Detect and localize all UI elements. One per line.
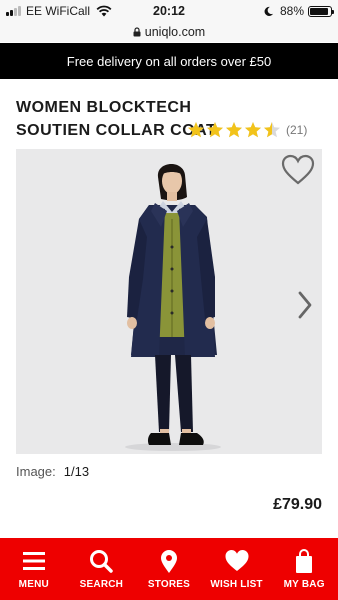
status-bar: EE WiFiCall 20:12 88% — [0, 0, 338, 22]
battery-group: 88% — [263, 4, 334, 18]
promo-banner[interactable]: Free delivery on all orders over £50 — [0, 43, 338, 79]
next-image-chevron-icon[interactable] — [297, 291, 313, 319]
nav-my-bag-label: MY BAG — [283, 579, 325, 590]
star-half-icon — [264, 122, 280, 138]
promo-text: Free delivery on all orders over £50 — [66, 53, 272, 69]
address-bar[interactable]: uniqlo.com — [0, 22, 338, 42]
review-count: (21) — [286, 123, 308, 137]
star-full-icon — [207, 122, 223, 138]
location-pin-icon — [160, 550, 177, 573]
image-counter-value: 1/13 — [63, 464, 90, 479]
star-full-icon — [245, 122, 261, 138]
image-counter-label: Image: — [16, 464, 56, 479]
heart-icon — [225, 550, 249, 571]
star-full-icon — [226, 122, 242, 138]
search-icon — [90, 550, 114, 573]
nav-menu[interactable]: MENU — [0, 538, 68, 600]
nav-stores-label: STORES — [147, 579, 191, 590]
nav-my-bag[interactable]: MY BAG — [270, 538, 338, 600]
url-text: uniqlo.com — [144, 25, 206, 39]
nav-stores[interactable]: STORES — [135, 538, 203, 600]
battery-icon — [308, 5, 334, 17]
image-counter: Image: 1/13 — [16, 464, 89, 479]
lock-icon — [133, 27, 141, 37]
nav-wish-list-label: WISH LIST — [210, 579, 263, 590]
model-photo — [125, 163, 221, 451]
add-to-wishlist-heart-icon[interactable] — [281, 154, 315, 186]
menu-icon — [22, 552, 45, 570]
nav-wish-list[interactable]: WISH LIST — [203, 538, 271, 600]
nav-search-label: SEARCH — [79, 579, 124, 590]
nav-menu-label: MENU — [18, 579, 49, 590]
product-image[interactable] — [16, 149, 322, 454]
shopping-bag-icon — [296, 549, 313, 573]
nav-search[interactable]: SEARCH — [68, 538, 136, 600]
product-rating[interactable]: (21) — [187, 121, 307, 139]
bottom-navigation: MENU SEARCH STORES WISH LIST MY BAG — [0, 538, 338, 600]
rating-stars — [187, 121, 281, 139]
battery-percentage: 88% — [279, 4, 304, 18]
do-not-disturb-icon — [264, 6, 274, 16]
product-price: £79.90 — [273, 496, 322, 513]
star-full-icon — [188, 122, 204, 138]
